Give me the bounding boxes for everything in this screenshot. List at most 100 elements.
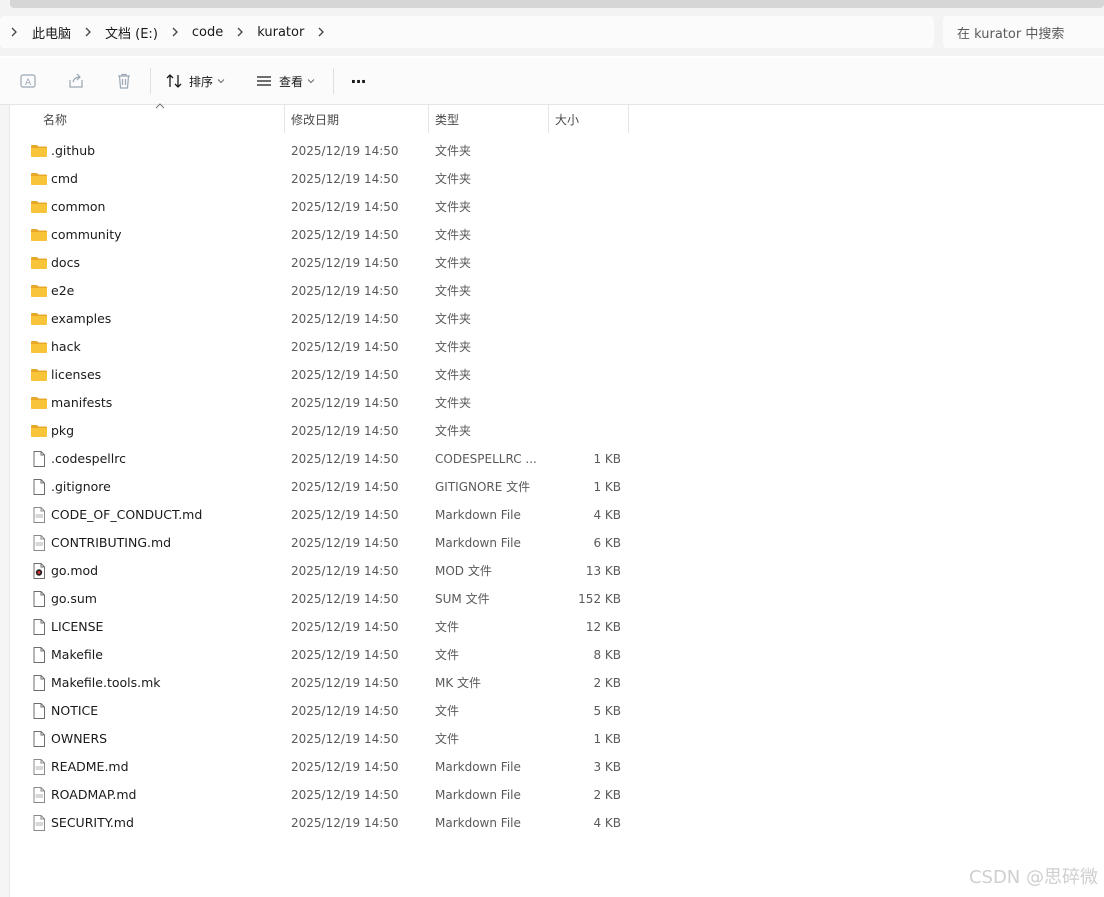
table-row[interactable]: manifests 2025/12/19 14:50 文件夹 — [10, 389, 630, 417]
file-type: 文件 — [435, 648, 460, 662]
share-button[interactable] — [66, 68, 86, 94]
table-row[interactable]: NOTICE 2025/12/19 14:50 文件 5 KB — [10, 697, 630, 725]
chevron-right-icon[interactable] — [162, 27, 188, 37]
chevron-right-icon[interactable] — [308, 27, 334, 37]
file-modified-date: 2025/12/19 14:50 — [291, 592, 399, 606]
file-icon — [30, 590, 48, 608]
table-row[interactable]: common 2025/12/19 14:50 文件夹 — [10, 193, 630, 221]
table-row[interactable]: examples 2025/12/19 14:50 文件夹 — [10, 305, 630, 333]
trash-icon — [118, 73, 130, 89]
share-icon — [69, 73, 83, 88]
table-row[interactable]: hack 2025/12/19 14:50 文件夹 — [10, 333, 630, 361]
folder-icon — [30, 170, 48, 188]
file-modified-date: 2025/12/19 14:50 — [291, 284, 399, 298]
breadcrumb-item-drive[interactable]: 文档 (E:) — [101, 23, 162, 42]
file-type: SUM 文件 — [435, 592, 490, 606]
chevron-right-icon[interactable] — [0, 27, 28, 37]
file-size: 2 KB — [593, 788, 621, 802]
file-size: 1 KB — [593, 452, 621, 466]
file-modified-date: 2025/12/19 14:50 — [291, 676, 399, 690]
file-modified-date: 2025/12/19 14:50 — [291, 704, 399, 718]
rename-icon: A — [20, 74, 36, 88]
file-name: OWNERS — [51, 731, 108, 746]
column-divider[interactable] — [548, 105, 549, 133]
file-type: 文件夹 — [435, 200, 472, 214]
column-header-name-label: 名称 — [43, 112, 68, 127]
table-row[interactable]: go.mod 2025/12/19 14:50 MOD 文件 13 KB — [10, 557, 630, 585]
file-type: 文件夹 — [435, 284, 472, 298]
table-row[interactable]: SECURITY.md 2025/12/19 14:50 Markdown File… — [10, 809, 630, 837]
file-type: Markdown File — [435, 816, 521, 830]
file-modified-date: 2025/12/19 14:50 — [291, 228, 399, 242]
view-button[interactable]: 查看 — [255, 68, 315, 94]
breadcrumb-item-this-pc[interactable]: 此电脑 — [28, 23, 75, 42]
file-list-pane: 名称 修改日期 类型 大小 .github 2025/12/19 14:50 文件夹… — [0, 103, 1104, 897]
search-input[interactable]: 在 kurator 中搜索 — [943, 16, 1104, 48]
file-modified-date: 2025/12/19 14:50 — [291, 788, 399, 802]
table-row[interactable]: cmd 2025/12/19 14:50 文件夹 — [10, 165, 630, 193]
table-row[interactable]: .gitignore 2025/12/19 14:50 GITIGNORE 文件 1 … — [10, 473, 630, 501]
folder-icon — [30, 226, 48, 244]
column-header-size-label: 大小 — [555, 112, 580, 127]
file-type: 文件 — [435, 732, 460, 746]
more-options-button[interactable]: ··· — [346, 68, 370, 94]
table-row[interactable]: pkg 2025/12/19 14:50 文件夹 — [10, 417, 630, 445]
column-header-size[interactable]: 大小 — [555, 105, 627, 133]
file-name: examples — [51, 311, 112, 326]
table-row[interactable]: Makefile 2025/12/19 14:50 文件 8 KB — [10, 641, 630, 669]
table-row[interactable]: OWNERS 2025/12/19 14:50 文件 1 KB — [10, 725, 630, 753]
column-header-type[interactable]: 类型 — [435, 105, 547, 133]
column-header-name[interactable]: 名称 — [43, 105, 283, 133]
file-name: go.mod — [51, 563, 99, 578]
rename-button[interactable]: A — [18, 68, 38, 94]
chevron-right-icon[interactable] — [227, 27, 253, 37]
file-modified-date: 2025/12/19 14:50 — [291, 620, 399, 634]
sort-button[interactable]: 排序 — [165, 68, 225, 94]
table-row[interactable]: .github 2025/12/19 14:50 文件夹 — [10, 137, 630, 165]
file-icon — [30, 702, 48, 720]
table-row[interactable]: LICENSE 2025/12/19 14:50 文件 12 KB — [10, 613, 630, 641]
file-name: CONTRIBUTING.md — [51, 535, 172, 550]
mod-file-icon — [30, 562, 48, 580]
table-row[interactable]: docs 2025/12/19 14:50 文件夹 — [10, 249, 630, 277]
file-size: 8 KB — [593, 648, 621, 662]
breadcrumb[interactable]: 此电脑 文档 (E:) code kurator — [0, 16, 934, 48]
folder-icon — [30, 254, 48, 272]
file-modified-date: 2025/12/19 14:50 — [291, 564, 399, 578]
table-row[interactable]: README.md 2025/12/19 14:50 Markdown File 3 … — [10, 753, 630, 781]
file-type: 文件夹 — [435, 368, 472, 382]
table-row[interactable]: ROADMAP.md 2025/12/19 14:50 Markdown File 2… — [10, 781, 630, 809]
toolbar-divider — [333, 68, 334, 94]
file-name: docs — [51, 255, 80, 270]
view-list-icon — [257, 76, 271, 86]
file-icon — [30, 646, 48, 664]
table-row[interactable]: CONTRIBUTING.md 2025/12/19 14:50 Markdown … — [10, 529, 630, 557]
column-divider[interactable] — [284, 105, 285, 133]
markdown-file-icon — [30, 506, 48, 524]
breadcrumb-item-code[interactable]: code — [188, 25, 227, 40]
sort-icon — [166, 74, 182, 88]
file-type: 文件夹 — [435, 144, 472, 158]
table-row[interactable]: .codespellrc 2025/12/19 14:50 CODESPELLRC … — [10, 445, 630, 473]
breadcrumb-item-kurator[interactable]: kurator — [253, 25, 308, 40]
table-row[interactable]: go.sum 2025/12/19 14:50 SUM 文件 152 KB — [10, 585, 630, 613]
table-row[interactable]: e2e 2025/12/19 14:50 文件夹 — [10, 277, 630, 305]
column-header-date[interactable]: 修改日期 — [291, 105, 427, 133]
file-name: pkg — [51, 423, 75, 438]
file-modified-date: 2025/12/19 14:50 — [291, 368, 399, 382]
file-type: 文件夹 — [435, 312, 472, 326]
delete-button[interactable] — [114, 68, 134, 94]
table-row[interactable]: Makefile.tools.mk 2025/12/19 14:50 MK 文件 2 … — [10, 669, 630, 697]
file-name: README.md — [51, 759, 129, 774]
column-divider[interactable] — [628, 105, 629, 133]
column-divider[interactable] — [428, 105, 429, 133]
svg-text:A: A — [25, 78, 32, 88]
file-size: 2 KB — [593, 676, 621, 690]
file-icon — [30, 450, 48, 468]
file-name: CODE_OF_CONDUCT.md — [51, 507, 203, 522]
file-name: go.sum — [51, 591, 97, 606]
chevron-right-icon[interactable] — [75, 27, 101, 37]
table-row[interactable]: CODE_OF_CONDUCT.md 2025/12/19 14:50 Markdo… — [10, 501, 630, 529]
table-row[interactable]: community 2025/12/19 14:50 文件夹 — [10, 221, 630, 249]
table-row[interactable]: licenses 2025/12/19 14:50 文件夹 — [10, 361, 630, 389]
